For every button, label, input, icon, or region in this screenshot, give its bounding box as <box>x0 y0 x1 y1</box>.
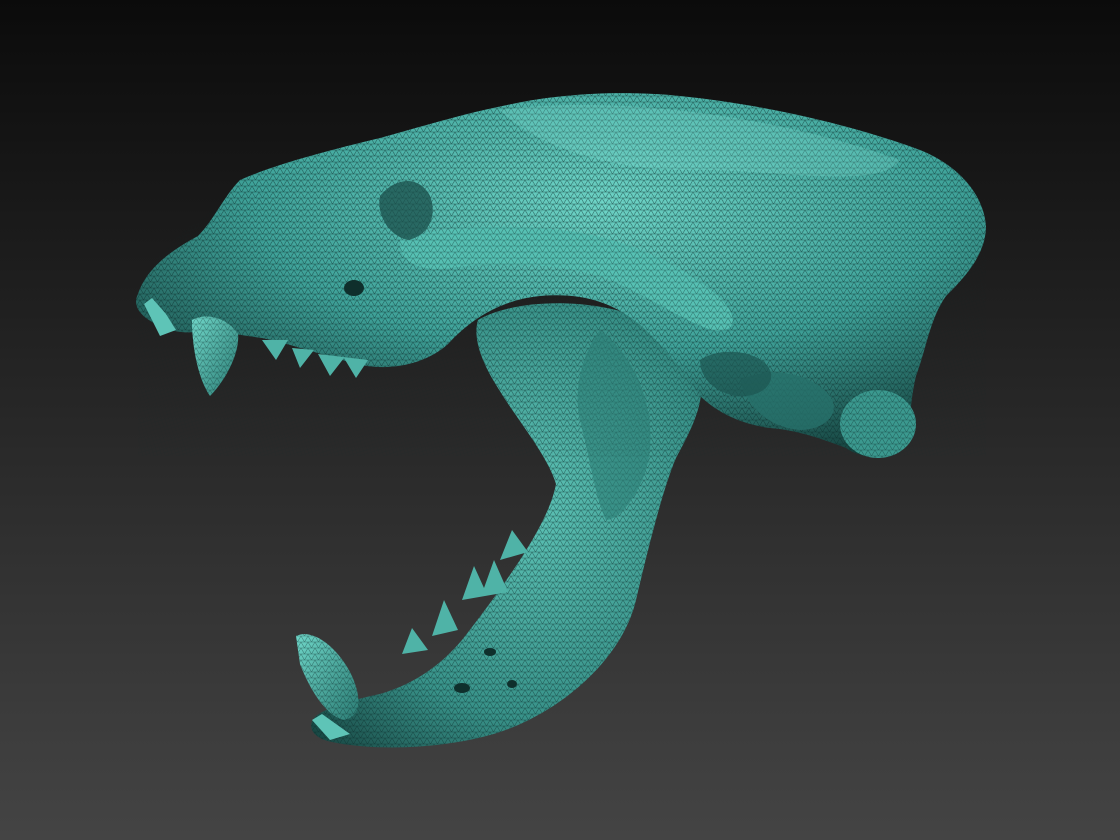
infraorbital-foramen <box>344 280 364 296</box>
skull-mesh-model[interactable] <box>0 0 1120 840</box>
cranium <box>136 93 987 458</box>
lower-premolar-2 <box>432 600 458 636</box>
lower-premolar-1 <box>402 628 428 654</box>
3d-viewport[interactable] <box>0 0 1120 840</box>
